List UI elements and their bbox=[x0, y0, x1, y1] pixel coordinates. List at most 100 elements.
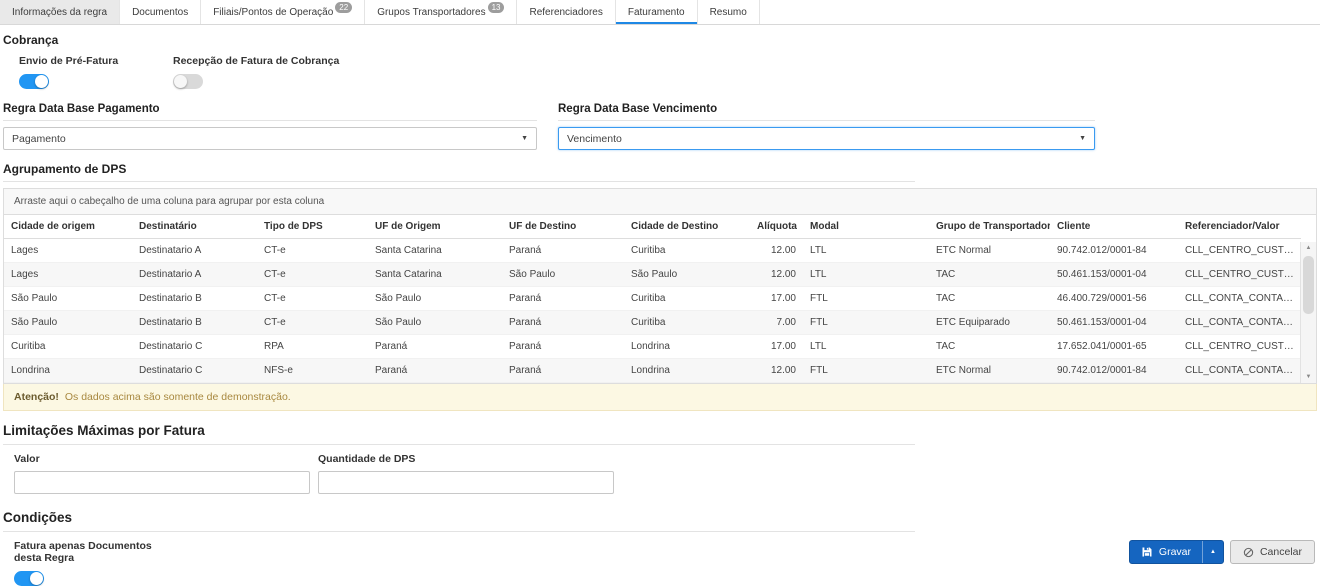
scroll-down-icon[interactable]: ▼ bbox=[1301, 374, 1316, 380]
table-row[interactable]: CuritibaDestinatario CRPAParanáParanáLon… bbox=[4, 335, 1301, 359]
cell-modal: LTL bbox=[803, 335, 929, 359]
cell-tipo-de-dps: CT-e bbox=[257, 239, 368, 263]
dps-table: Cidade de origemDestinatárioTipo de DPSU… bbox=[4, 215, 1301, 383]
cell-cliente: 50.461.153/0001-04 bbox=[1050, 263, 1178, 287]
cell-uf-de-origem: Paraná bbox=[368, 359, 502, 383]
tab-badge: 13 bbox=[488, 2, 505, 13]
tab-filiais-pontos-de-operacao[interactable]: Filiais/Pontos de Operação22 bbox=[201, 0, 365, 24]
tab-referenciadores[interactable]: Referenciadores bbox=[517, 0, 615, 24]
column-header-cidade-de-destino[interactable]: Cidade de Destino bbox=[624, 215, 750, 239]
regra-pagamento-select[interactable]: Pagamento ▼ bbox=[3, 127, 537, 150]
column-header-referenciador-valor[interactable]: Referenciador/Valor bbox=[1178, 215, 1301, 239]
regra-vencimento-group: Regra Data Base Vencimento Vencimento ▼ bbox=[558, 103, 1095, 150]
cell-destinatario: Destinatario C bbox=[132, 359, 257, 383]
cell-cidade-de-origem: São Paulo bbox=[4, 287, 132, 311]
regra-pagamento-value: Pagamento bbox=[12, 133, 66, 145]
tab-label: Filiais/Pontos de Operação bbox=[213, 7, 333, 18]
column-header-cliente[interactable]: Cliente bbox=[1050, 215, 1178, 239]
column-header-grupo-de-transportador[interactable]: Grupo de Transportador bbox=[929, 215, 1050, 239]
table-row[interactable]: LagesDestinatario ACT-eSanta CatarinaPar… bbox=[4, 239, 1301, 263]
caret-up-icon: ▲ bbox=[1210, 549, 1216, 555]
cell-uf-de-destino: Paraná bbox=[502, 335, 624, 359]
toggle-label: Fatura apenas Documentos desta Regra bbox=[14, 540, 168, 564]
chevron-down-icon: ▼ bbox=[521, 135, 528, 142]
cell-uf-de-origem: Santa Catarina bbox=[368, 239, 502, 263]
tab-grupos-transportadores[interactable]: Grupos Transportadores13 bbox=[365, 0, 517, 24]
cell-uf-de-origem: Santa Catarina bbox=[368, 263, 502, 287]
tab-documentos[interactable]: Documentos bbox=[120, 0, 201, 24]
save-button-label: Gravar bbox=[1159, 546, 1191, 558]
save-options-button[interactable]: ▲ bbox=[1202, 541, 1223, 563]
regra-vencimento-value: Vencimento bbox=[567, 133, 622, 145]
scrollbar-thumb[interactable] bbox=[1303, 256, 1314, 314]
cell-cidade-de-destino: Curitiba bbox=[624, 239, 750, 263]
cell-aliquota: 12.00 bbox=[750, 239, 803, 263]
table-row[interactable]: LondrinaDestinatario CNFS-eParanáParanáL… bbox=[4, 359, 1301, 383]
field-quantidade-de-dps: Quantidade de DPS bbox=[318, 453, 614, 494]
column-header-tipo-de-dps[interactable]: Tipo de DPS bbox=[257, 215, 368, 239]
toggle-label: Envio de Pré-Fatura bbox=[19, 55, 173, 67]
cell-uf-de-origem: São Paulo bbox=[368, 287, 502, 311]
toggle-group-fatura-apenas-documentos-desta-regra: Fatura apenas Documentos desta Regra bbox=[14, 540, 168, 586]
tab-label: Resumo bbox=[710, 7, 747, 18]
tab-resumo[interactable]: Resumo bbox=[698, 0, 760, 24]
toggle-recepcao-de-fatura-de-cobranca[interactable] bbox=[173, 74, 203, 89]
table-scrollbar[interactable]: ▲ ▼ bbox=[1300, 242, 1316, 383]
table-row[interactable]: LagesDestinatario ACT-eSanta CatarinaSão… bbox=[4, 263, 1301, 287]
scroll-up-icon[interactable]: ▲ bbox=[1301, 245, 1316, 251]
field-label: Quantidade de DPS bbox=[318, 453, 614, 465]
tab-informacoes-da-regra[interactable]: Informações da regra bbox=[0, 0, 120, 24]
tab-faturamento[interactable]: Faturamento bbox=[616, 0, 698, 24]
cell-modal: LTL bbox=[803, 239, 929, 263]
cancel-icon bbox=[1243, 547, 1254, 558]
cell-destinatario: Destinatario A bbox=[132, 239, 257, 263]
cell-grupo-de-transportador: TAC bbox=[929, 263, 1050, 287]
input-valor[interactable] bbox=[14, 471, 310, 494]
cell-cliente: 17.652.041/0001-65 bbox=[1050, 335, 1178, 359]
column-header-destinatario[interactable]: Destinatário bbox=[132, 215, 257, 239]
date-base-rules-row: Regra Data Base Pagamento Pagamento ▼ Re… bbox=[3, 103, 1320, 150]
toggle-envio-de-pre-fatura[interactable] bbox=[19, 74, 49, 89]
table-header-row: Cidade de origemDestinatárioTipo de DPSU… bbox=[4, 215, 1301, 239]
column-header-cidade-de-origem[interactable]: Cidade de origem bbox=[4, 215, 132, 239]
save-button[interactable]: Gravar bbox=[1130, 541, 1202, 563]
cell-tipo-de-dps: RPA bbox=[257, 335, 368, 359]
cell-referenciador-valor: CLL_CENTRO_CUSTO: TL_DIST bbox=[1178, 263, 1301, 287]
cell-cidade-de-destino: Curitiba bbox=[624, 311, 750, 335]
cell-cidade-de-origem: Lages bbox=[4, 263, 132, 287]
cell-tipo-de-dps: CT-e bbox=[257, 311, 368, 335]
column-header-aliquota[interactable]: Alíquota bbox=[750, 215, 803, 239]
dps-grid: Arraste aqui o cabeçalho de uma coluna p… bbox=[3, 188, 1317, 384]
cell-cidade-de-destino: Londrina bbox=[624, 359, 750, 383]
input-quantidade-de-dps[interactable] bbox=[318, 471, 614, 494]
tab-label: Faturamento bbox=[628, 7, 685, 18]
cell-grupo-de-transportador: ETC Equiparado bbox=[929, 311, 1050, 335]
cell-uf-de-destino: Paraná bbox=[502, 311, 624, 335]
condicoes-toggle-area: Fatura apenas Documentos desta Regra bbox=[14, 540, 1320, 586]
toggle-group-envio-de-pre-fatura: Envio de Pré-Fatura bbox=[19, 55, 173, 89]
cancel-button[interactable]: Cancelar bbox=[1230, 540, 1315, 564]
save-icon bbox=[1141, 546, 1153, 558]
cell-tipo-de-dps: CT-e bbox=[257, 263, 368, 287]
column-header-uf-de-origem[interactable]: UF de Origem bbox=[368, 215, 502, 239]
cell-tipo-de-dps: CT-e bbox=[257, 287, 368, 311]
toggle-knob bbox=[35, 75, 48, 88]
cell-cliente: 90.742.012/0001-84 bbox=[1050, 359, 1178, 383]
table-row[interactable]: São PauloDestinatario BCT-eSão PauloPara… bbox=[4, 311, 1301, 335]
tab-label: Informações da regra bbox=[12, 7, 107, 18]
column-header-modal[interactable]: Modal bbox=[803, 215, 929, 239]
tab-bar: Informações da regraDocumentosFiliais/Po… bbox=[0, 0, 1320, 25]
cell-cliente: 46.400.729/0001-56 bbox=[1050, 287, 1178, 311]
table-row[interactable]: São PauloDestinatario BCT-eSão PauloPara… bbox=[4, 287, 1301, 311]
warning-text: Os dados acima são somente de demonstraç… bbox=[62, 391, 291, 403]
cell-grupo-de-transportador: ETC Normal bbox=[929, 239, 1050, 263]
toggle-label: Recepção de Fatura de Cobrança bbox=[173, 55, 339, 67]
warning-strong: Atenção! bbox=[14, 391, 59, 403]
column-header-uf-de-destino[interactable]: UF de Destino bbox=[502, 215, 624, 239]
section-cobranca: Cobrança Envio de Pré-FaturaRecepção de … bbox=[3, 33, 1320, 89]
regra-vencimento-select[interactable]: Vencimento ▼ bbox=[558, 127, 1095, 150]
cell-cidade-de-origem: Londrina bbox=[4, 359, 132, 383]
toggle-fatura-apenas-documentos-desta-regra[interactable] bbox=[14, 571, 44, 586]
group-drop-area[interactable]: Arraste aqui o cabeçalho de uma coluna p… bbox=[4, 189, 1316, 215]
limitacoes-fields: ValorQuantidade de DPS bbox=[14, 453, 1320, 494]
